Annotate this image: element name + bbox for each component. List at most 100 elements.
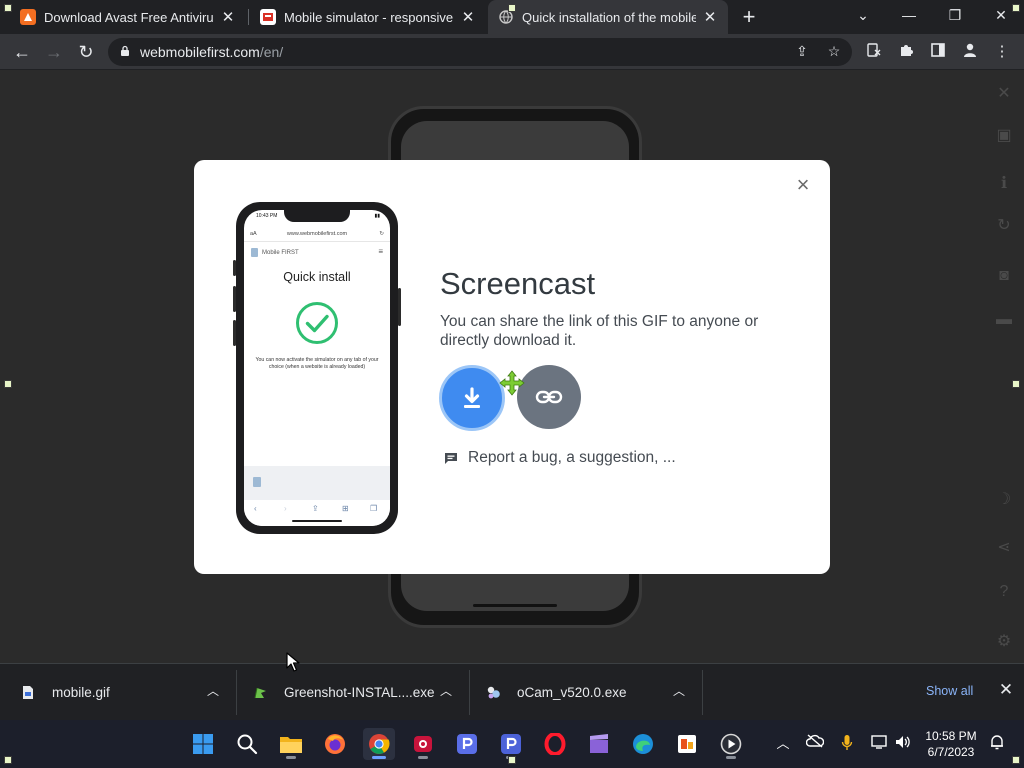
simulator-icon (260, 9, 276, 25)
capture-resize-handle[interactable] (508, 4, 516, 12)
dark-mode-icon[interactable]: ☽ (994, 490, 1014, 510)
rotate-icon[interactable]: ↻ (994, 216, 1014, 236)
share-icon[interactable]: ⇪ (792, 43, 812, 61)
dialog-description: You can share the link of this GIF to an… (440, 313, 759, 349)
close-tab-icon[interactable]: ✕ (460, 8, 476, 26)
windows-start-icon[interactable] (187, 728, 219, 760)
download-item[interactable]: Greenshot-INSTAL....exe (252, 664, 435, 721)
phone-time: 10:43 PM (256, 213, 278, 219)
close-downloads-bar-icon[interactable]: ✕ (997, 681, 1015, 699)
phone-side-button (233, 286, 236, 312)
phone-home-indicator (292, 520, 342, 522)
tab-avast[interactable]: Download Avast Free Antivirus - F ✕ (10, 0, 246, 34)
capture-resize-handle[interactable] (1012, 4, 1020, 12)
puzzle-icon[interactable] (896, 42, 916, 62)
report-bug-link[interactable]: Report a bug, a suggestion, ... (444, 449, 676, 467)
phone-footer-logo-icon (253, 477, 261, 487)
p-app-icon[interactable] (451, 728, 483, 760)
download-gif-button[interactable] (439, 365, 505, 431)
volume-icon[interactable] (894, 734, 912, 754)
capture-resize-handle[interactable] (1012, 380, 1020, 388)
phone-tabs-icon: ❐ (370, 504, 378, 513)
url-host: webmobilefirst.com (140, 44, 260, 60)
profile-icon[interactable] (960, 42, 980, 62)
microphone-icon[interactable] (838, 734, 856, 754)
phone-side-button (233, 320, 236, 346)
edge-icon[interactable] (627, 728, 659, 760)
info-icon[interactable]: ℹ (994, 174, 1014, 194)
show-all-downloads-link[interactable]: Show all (926, 684, 973, 698)
cloud-icon[interactable] (805, 734, 825, 754)
chevron-up-icon[interactable]: ︿ (774, 734, 792, 754)
phone-forward-icon: › (284, 504, 287, 513)
clock-date: 6/7/2023 (927, 745, 975, 759)
restore-icon[interactable]: ❐ (932, 0, 978, 34)
close-tab-icon[interactable]: ✕ (220, 8, 236, 26)
tab-mobile-simulator[interactable]: Mobile simulator - responsive te ✕ (250, 0, 486, 34)
file-explorer-icon[interactable] (275, 728, 307, 760)
url-path: /en/ (259, 44, 284, 60)
ocam-recorder-icon[interactable] (407, 728, 439, 760)
chrome-icon[interactable] (363, 728, 395, 760)
new-tab-button[interactable]: + (737, 4, 761, 30)
video-icon[interactable]: ▬ (994, 310, 1014, 330)
download-filename: oCam_v520.0.exe (517, 685, 627, 700)
clapper-app-icon[interactable] (583, 728, 615, 760)
download-icon (464, 387, 480, 408)
share-network-icon[interactable]: ⋖ (994, 538, 1014, 558)
phone-battery-icon: ▮▮ (374, 213, 380, 219)
forward-arrow-icon[interactable]: → (40, 38, 68, 66)
download-separator (236, 670, 237, 715)
move-handle-icon[interactable] (499, 370, 525, 396)
phone-preview: 10:43 PM ▮▮ aA www.webmobilefirst.com ↻ … (233, 202, 401, 534)
minimize-icon[interactable]: — (886, 0, 932, 34)
phone-back-icon: ‹ (254, 504, 257, 513)
reload-icon[interactable]: ↻ (72, 38, 100, 66)
camera-icon[interactable]: ◙ (994, 266, 1014, 286)
capture-resize-handle[interactable] (1012, 756, 1020, 764)
side-panel-icon[interactable] (928, 42, 948, 62)
device-switch-icon[interactable]: ▣ (994, 126, 1014, 146)
office-icon[interactable] (671, 728, 703, 760)
close-tab-icon[interactable]: ✕ (702, 8, 718, 26)
tab-quick-installation[interactable]: Quick installation of the mobile s ✕ (488, 0, 728, 34)
dialog-close-icon[interactable]: × (792, 174, 814, 196)
close-circle-icon[interactable]: ✕ (994, 84, 1014, 104)
phone-share-icon: ⇪ (312, 504, 319, 513)
search-icon[interactable] (231, 728, 263, 760)
ocam-icon (485, 685, 501, 701)
capture-resize-handle[interactable] (508, 756, 516, 764)
avast-extension-icon[interactable] (864, 42, 884, 62)
menu-icon[interactable]: ⋮ (992, 42, 1012, 62)
firefox-icon[interactable] (319, 728, 351, 760)
gif-file-icon (20, 685, 36, 701)
capture-resize-handle[interactable] (4, 756, 12, 764)
simulator-side-toolbar: ✕ ▣ ℹ ↻ ◙ ▬ ☽ ⋖ ? ⚙ (978, 70, 1024, 663)
capture-resize-handle[interactable] (4, 4, 12, 12)
chevron-up-icon[interactable]: ︿ (671, 683, 687, 699)
tab-search-icon[interactable]: ⌄ (840, 0, 886, 34)
copy-link-button[interactable] (517, 365, 581, 429)
text-size-label: aA (250, 231, 257, 237)
star-icon[interactable]: ☆ (824, 43, 844, 61)
browser-toolbar: ← → ↻ webmobilefirst.com /en/ ⇪ ☆ ⋮ (0, 34, 1024, 70)
back-arrow-icon[interactable]: ← (8, 38, 36, 66)
download-item[interactable]: oCam_v520.0.exe (485, 664, 627, 721)
phone-hamburger-icon: ≡ (378, 247, 383, 256)
network-icon[interactable] (870, 734, 888, 754)
download-filename: mobile.gif (52, 685, 110, 700)
system-clock[interactable]: 10:58 PM 6/7/2023 (918, 728, 984, 760)
phone-brand: Mobile FIRST (251, 248, 299, 257)
opera-icon[interactable] (539, 728, 571, 760)
phone-side-button (233, 260, 236, 276)
help-icon[interactable]: ? (994, 582, 1014, 602)
address-bar[interactable]: webmobilefirst.com /en/ ⇪ ☆ (108, 38, 852, 66)
capture-resize-handle[interactable] (4, 380, 12, 388)
media-player-icon[interactable] (715, 728, 747, 760)
chevron-up-icon[interactable]: ︿ (205, 683, 221, 699)
download-item[interactable]: mobile.gif (20, 664, 110, 721)
lock-icon[interactable] (120, 45, 130, 60)
settings-gear-icon[interactable]: ⚙ (994, 632, 1014, 652)
notifications-icon[interactable] (988, 734, 1006, 754)
chevron-up-icon[interactable]: ︿ (438, 683, 454, 699)
